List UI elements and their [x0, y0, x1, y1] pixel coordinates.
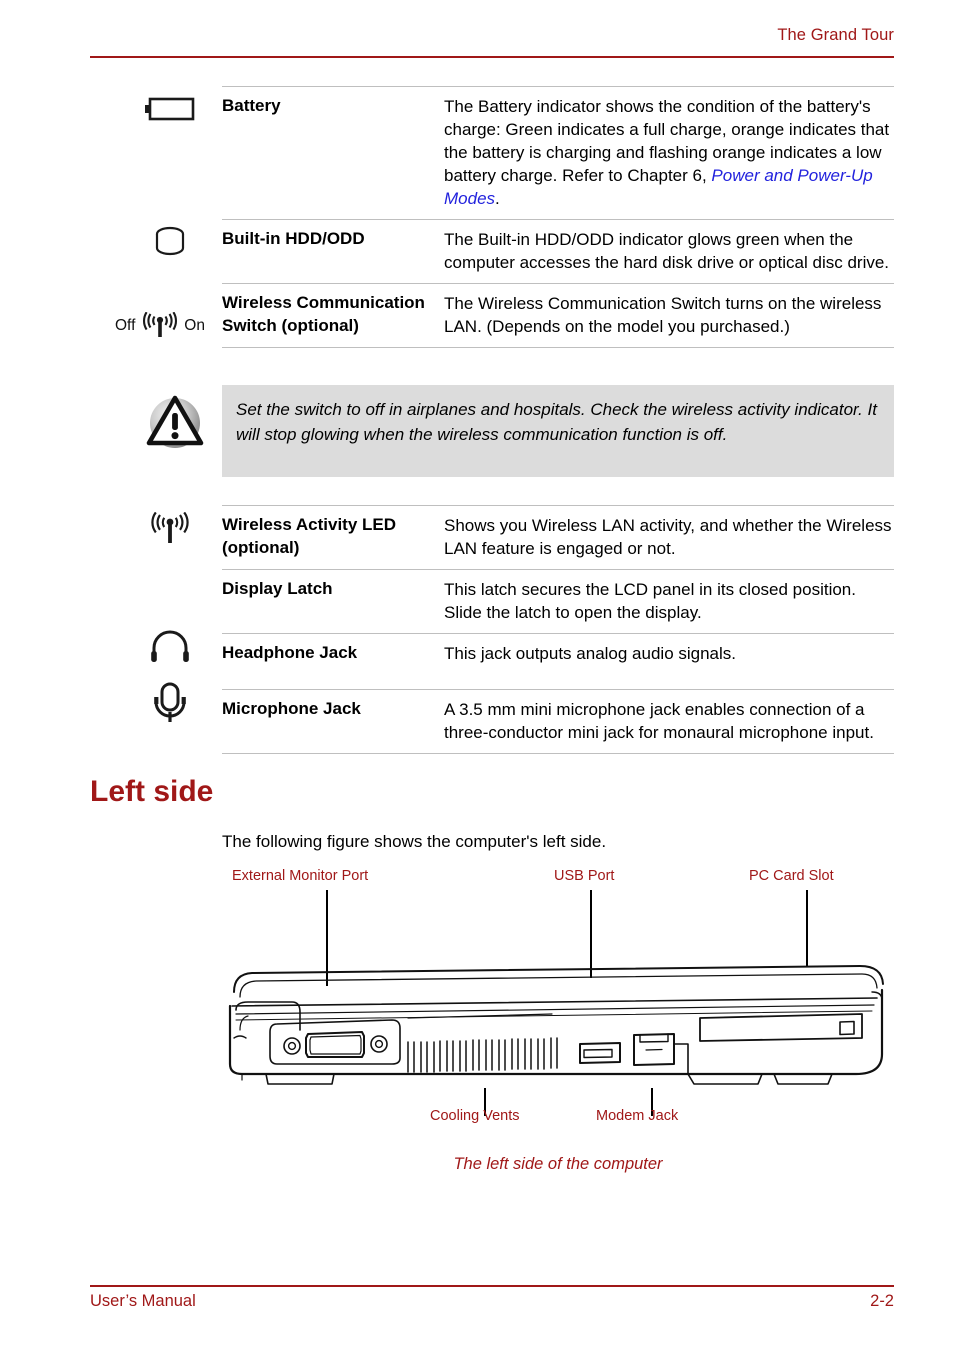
page-number: 2-2 — [870, 1292, 894, 1310]
wireless-switch-off-label: Off — [115, 317, 136, 334]
footer-manual-label: User’s Manual — [90, 1292, 196, 1310]
cooling-vents-label: Cooling Vents — [430, 1108, 520, 1124]
microphone-icon — [128, 681, 212, 730]
external-monitor-port-label: External Monitor Port — [232, 868, 369, 884]
header-rule — [90, 56, 894, 58]
intro-paragraph: The following figure shows the computer'… — [222, 832, 607, 851]
row-name: Headphone Jack — [222, 643, 358, 662]
headphone-icon — [128, 630, 212, 671]
left-side-figure: External Monitor Port USB Port PC Card S… — [222, 866, 894, 1186]
row-name: Wireless Communication Switch (optional) — [222, 293, 425, 335]
table-row: Built-in HDD/ODD The Built-in HDD/ODD in… — [222, 219, 894, 283]
laptop-left-side-drawing — [228, 965, 884, 1085]
row-description: Shows you Wireless LAN activity, and whe… — [444, 516, 892, 558]
row-description: The Built-in HDD/ODD indicator glows gre… — [444, 230, 890, 272]
row-description: A 3.5 mm mini microphone jack enables co… — [444, 700, 874, 742]
indicator-table-upper: Battery The Battery indicator shows the … — [222, 86, 894, 348]
page-title: Left side — [90, 775, 214, 808]
table-row: Headphone Jack This jack outputs analog … — [222, 633, 894, 689]
warning-triangle-icon — [143, 391, 207, 460]
hard-disk-icon — [128, 222, 212, 267]
modem-jack-label: Modem Jack — [596, 1108, 679, 1124]
battery-icon — [128, 96, 212, 127]
row-description-suffix: . — [495, 189, 500, 208]
row-name: Display Latch — [222, 579, 333, 598]
row-name: Wireless Activity LED (optional) — [222, 515, 397, 557]
row-description: This jack outputs analog audio signals. — [444, 644, 737, 663]
wireless-switch-icon: Off On — [104, 311, 216, 340]
table-row: Wireless Activity LED (optional) Shows y… — [222, 505, 894, 569]
page-footer: User’s Manual 2-2 — [90, 1292, 894, 1311]
row-description: The Battery indicator shows the conditio… — [444, 95, 894, 210]
table-row: Battery The Battery indicator shows the … — [222, 86, 894, 219]
indicator-table-lower: Wireless Activity LED (optional) Shows y… — [222, 505, 894, 754]
pc-card-slot-label: PC Card Slot — [749, 868, 834, 884]
row-name: Microphone Jack — [222, 699, 361, 718]
row-description: The Wireless Communication Switch turns … — [444, 294, 882, 336]
wireless-antenna-icon — [128, 511, 212, 551]
table-row: Wireless Communication Switch (optional)… — [222, 283, 894, 348]
figure-caption: The left side of the computer — [453, 1155, 663, 1173]
page: The Grand Tour Off On Battery The Batter… — [0, 0, 954, 1351]
row-name: Built-in HDD/ODD — [222, 229, 365, 248]
usb-port-label: USB Port — [554, 868, 615, 884]
table-row: Microphone Jack A 3.5 mm mini microphone… — [222, 689, 894, 754]
wireless-switch-on-label: On — [184, 317, 205, 334]
page-header-title: The Grand Tour — [777, 26, 894, 44]
pc-card-slot-callout-line — [806, 890, 808, 966]
caution-note-text: Set the switch to off in airplanes and h… — [236, 400, 877, 444]
footer-rule — [90, 1285, 894, 1287]
table-row: Display Latch This latch secures the LCD… — [222, 569, 894, 633]
row-name: Battery — [222, 96, 281, 115]
row-description: This latch secures the LCD panel in its … — [444, 580, 856, 622]
